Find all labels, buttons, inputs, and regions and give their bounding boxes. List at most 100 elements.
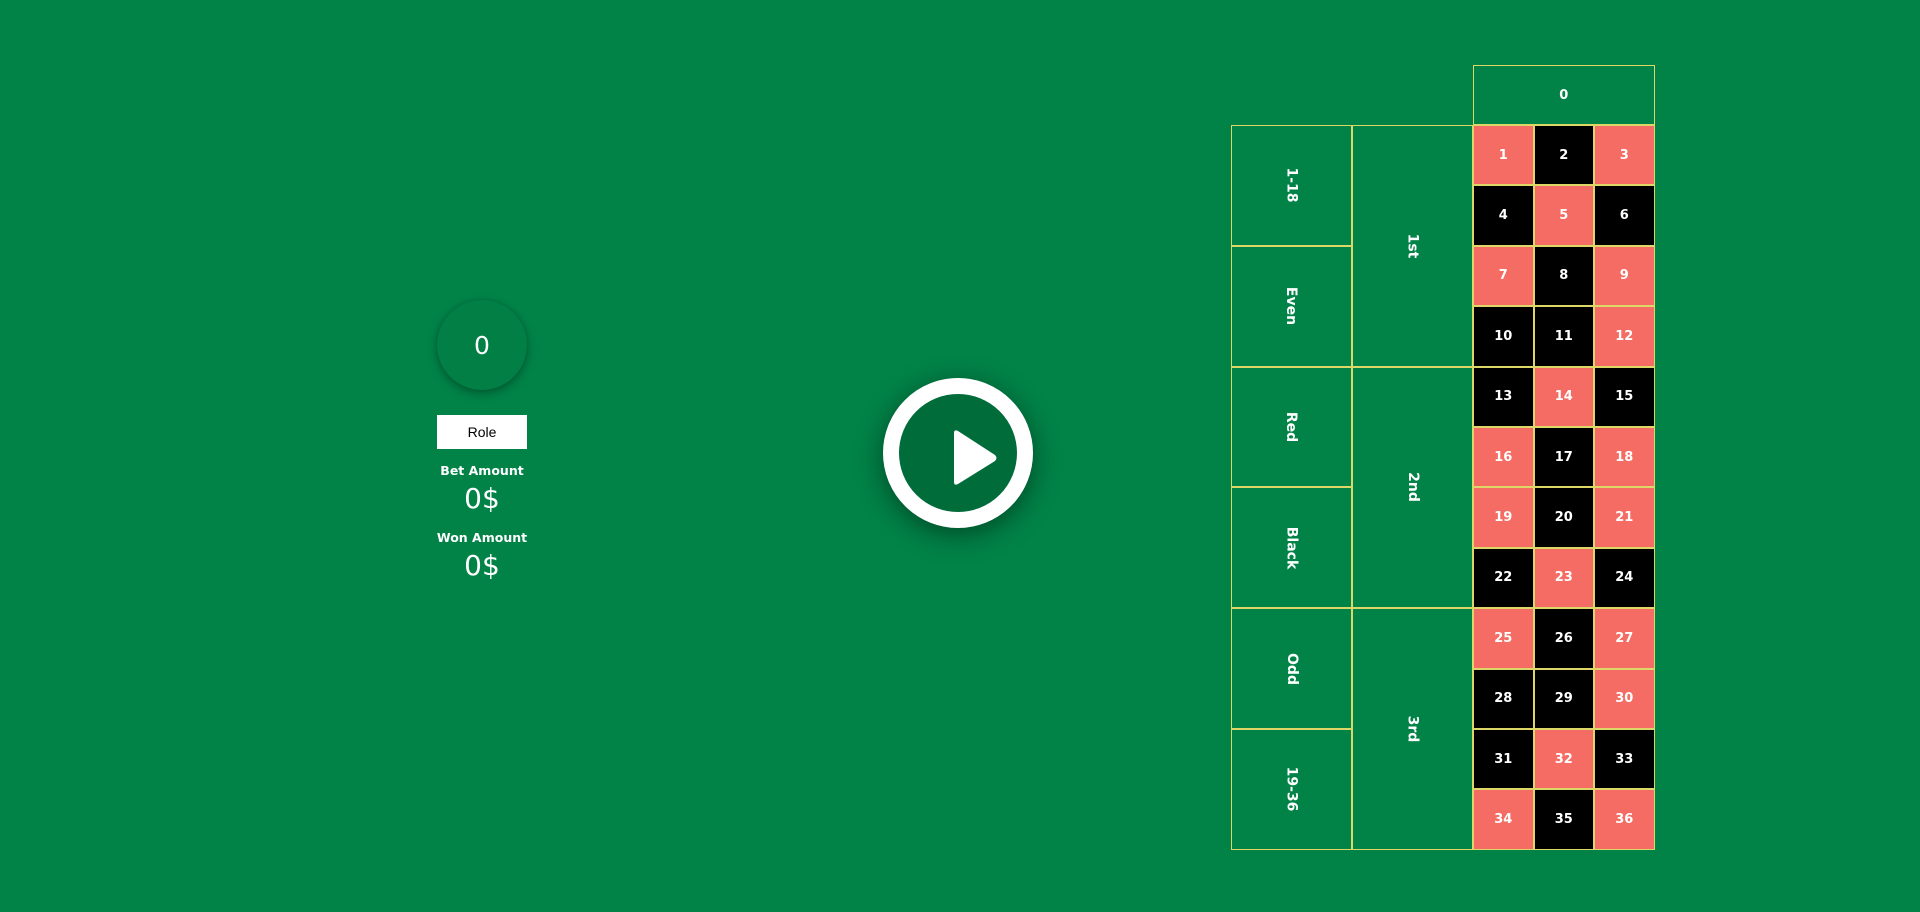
number-cell-6-label: 6 xyxy=(1619,208,1629,224)
number-cell-14-label: 14 xyxy=(1554,389,1573,405)
number-cell-10[interactable]: 10 xyxy=(1473,306,1534,367)
outside-bet-19-36[interactable]: 19-36 xyxy=(1231,729,1352,850)
number-cell-15[interactable]: 15 xyxy=(1594,366,1655,427)
bet-panel: 0 Role Bet Amount 0$ Won Amount 0$ xyxy=(420,300,534,583)
number-cell-8[interactable]: 8 xyxy=(1533,245,1594,307)
number-cell-2[interactable]: 2 xyxy=(1533,125,1594,186)
number-cell-34-label: 34 xyxy=(1494,812,1513,828)
bet-amount-value: 0$ xyxy=(464,482,500,515)
number-cell-15-label: 15 xyxy=(1615,389,1634,405)
number-cell-36[interactable]: 36 xyxy=(1594,789,1655,850)
number-cell-21-label: 21 xyxy=(1615,510,1634,526)
number-cell-1[interactable]: 1 xyxy=(1473,125,1534,186)
number-cell-9[interactable]: 9 xyxy=(1594,245,1655,307)
dozen-bet-2[interactable]: 2nd xyxy=(1352,366,1473,609)
outside-bet-black-label: Black xyxy=(1283,526,1300,570)
won-amount-label: Won Amount xyxy=(436,530,528,545)
number-cell-4[interactable]: 4 xyxy=(1473,185,1534,246)
dozen-bet-3-label: 3rd xyxy=(1404,715,1421,743)
number-cell-20[interactable]: 20 xyxy=(1533,487,1594,548)
number-cell-9-label: 9 xyxy=(1619,268,1629,284)
number-cell-27-label: 27 xyxy=(1615,630,1634,646)
number-cell-19[interactable]: 19 xyxy=(1473,487,1534,548)
number-cell-20-label: 20 xyxy=(1554,510,1573,526)
number-cell-34[interactable]: 34 xyxy=(1473,789,1534,850)
number-cell-35[interactable]: 35 xyxy=(1533,789,1594,850)
number-cell-30[interactable]: 30 xyxy=(1594,668,1655,729)
number-cell-16[interactable]: 16 xyxy=(1473,427,1534,488)
outside-bet-even-label: Even xyxy=(1283,287,1300,326)
number-cell-26[interactable]: 26 xyxy=(1533,608,1594,669)
dozen-bet-1[interactable]: 1st xyxy=(1352,125,1473,367)
number-cell-29-label: 29 xyxy=(1554,691,1573,707)
number-cell-14[interactable]: 14 xyxy=(1533,366,1594,427)
number-cell-0[interactable]: 0 xyxy=(1473,65,1655,125)
number-cell-26-label: 26 xyxy=(1554,630,1573,646)
number-cell-28[interactable]: 28 xyxy=(1473,668,1534,729)
outside-bet-black[interactable]: Black xyxy=(1231,487,1352,609)
dozen-bet-1-label: 1st xyxy=(1404,233,1421,259)
number-cell-7[interactable]: 7 xyxy=(1473,245,1534,307)
number-cell-18-label: 18 xyxy=(1615,449,1634,465)
number-cell-17[interactable]: 17 xyxy=(1533,427,1594,488)
number-cell-32-label: 32 xyxy=(1554,751,1573,767)
bet-amount-label: Bet Amount xyxy=(440,463,524,478)
result-display: 0 xyxy=(437,300,527,390)
number-cell-1-label: 1 xyxy=(1498,147,1508,163)
number-cell-17-label: 17 xyxy=(1554,449,1573,465)
dozen-bet-2-label: 2nd xyxy=(1404,472,1421,503)
number-cell-13[interactable]: 13 xyxy=(1473,366,1534,427)
number-cell-8-label: 8 xyxy=(1559,268,1569,284)
spin-play-button[interactable] xyxy=(883,378,1033,528)
number-cell-36-label: 36 xyxy=(1615,812,1634,828)
number-cell-33-label: 33 xyxy=(1615,751,1634,767)
number-cell-12-label: 12 xyxy=(1615,328,1634,344)
number-cell-27[interactable]: 27 xyxy=(1594,608,1655,669)
number-cell-0-label: 0 xyxy=(1559,87,1569,103)
number-cell-33[interactable]: 33 xyxy=(1594,729,1655,790)
outside-bet-red[interactable]: Red xyxy=(1231,366,1352,488)
number-cell-24[interactable]: 24 xyxy=(1594,547,1655,609)
number-cell-16-label: 16 xyxy=(1494,449,1513,465)
won-amount-value: 0$ xyxy=(464,549,500,582)
dozen-bet-3[interactable]: 3rd xyxy=(1352,608,1473,850)
number-cell-12[interactable]: 12 xyxy=(1594,306,1655,367)
number-cell-21[interactable]: 21 xyxy=(1594,487,1655,548)
number-cell-25-label: 25 xyxy=(1494,630,1513,646)
number-cell-22[interactable]: 22 xyxy=(1473,547,1534,609)
number-cell-29[interactable]: 29 xyxy=(1533,668,1594,729)
number-cell-7-label: 7 xyxy=(1498,268,1508,284)
number-cell-3-label: 3 xyxy=(1619,147,1629,163)
number-cell-6[interactable]: 6 xyxy=(1594,185,1655,246)
number-cell-5-label: 5 xyxy=(1559,208,1569,224)
number-cell-30-label: 30 xyxy=(1615,691,1634,707)
number-cell-11-label: 11 xyxy=(1554,328,1573,344)
number-cell-22-label: 22 xyxy=(1494,570,1513,586)
number-cell-25[interactable]: 25 xyxy=(1473,608,1534,669)
number-cell-23[interactable]: 23 xyxy=(1533,547,1594,609)
outside-bet-19-36-label: 19-36 xyxy=(1283,767,1300,812)
outside-bet-red-label: Red xyxy=(1283,411,1300,443)
number-cell-32[interactable]: 32 xyxy=(1533,729,1594,790)
number-cell-4-label: 4 xyxy=(1498,208,1508,224)
roulette-board: 0 1 2 3 4 5 6 7 8 9 10 11 12 13 14 15 16 17 18 19 20 21 22 23 24… xyxy=(1231,65,1655,850)
number-cell-2-label: 2 xyxy=(1559,147,1569,163)
number-cell-10-label: 10 xyxy=(1494,328,1513,344)
number-cell-31-label: 31 xyxy=(1494,751,1513,767)
number-cell-19-label: 19 xyxy=(1494,510,1513,526)
number-cell-24-label: 24 xyxy=(1615,570,1634,586)
outside-bet-1-18[interactable]: 1-18 xyxy=(1231,125,1352,246)
number-cell-23-label: 23 xyxy=(1554,570,1573,586)
number-cell-5[interactable]: 5 xyxy=(1533,185,1594,246)
number-cell-31[interactable]: 31 xyxy=(1473,729,1534,790)
outside-bet-1-18-label: 1-18 xyxy=(1283,167,1300,203)
number-cell-13-label: 13 xyxy=(1494,389,1513,405)
number-cell-3[interactable]: 3 xyxy=(1594,125,1655,186)
play-icon xyxy=(954,430,997,485)
outside-bet-odd[interactable]: Odd xyxy=(1231,608,1352,729)
outside-bet-odd-label: Odd xyxy=(1283,652,1300,685)
number-cell-18[interactable]: 18 xyxy=(1594,427,1655,488)
role-button[interactable]: Role xyxy=(437,415,527,449)
number-cell-11[interactable]: 11 xyxy=(1533,306,1594,367)
outside-bet-even[interactable]: Even xyxy=(1231,245,1352,367)
